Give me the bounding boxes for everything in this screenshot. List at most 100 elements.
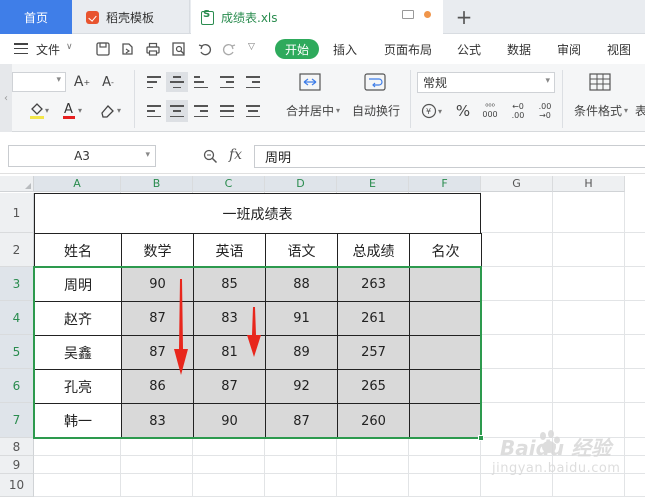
table-cell[interactable]: 263 (337, 267, 410, 302)
column-header-f[interactable]: F (409, 176, 481, 192)
table-cell[interactable]: 91 (265, 301, 338, 336)
table-header-cell[interactable]: 语文 (265, 233, 338, 268)
table-cell[interactable]: 83 (121, 403, 194, 439)
column-header-b[interactable]: B (121, 176, 193, 192)
align-left-icon[interactable] (143, 100, 165, 122)
merge-center-icon[interactable] (299, 72, 321, 92)
table-cell[interactable] (409, 403, 482, 439)
formula-input[interactable]: 周明 (254, 145, 645, 168)
tab-template[interactable]: 稻壳模板 (72, 0, 190, 34)
window-mode-icon[interactable] (402, 10, 414, 19)
decimal-increase-icon[interactable]: ←0.00 (506, 100, 530, 122)
currency-icon[interactable]: ¥ ▾ (420, 100, 450, 122)
font-color-icon[interactable]: A ▾ (60, 100, 90, 122)
table-header-cell[interactable]: 姓名 (34, 233, 122, 268)
table-cell[interactable]: 85 (193, 267, 266, 302)
fill-color-icon[interactable]: ▾ (26, 100, 52, 122)
new-tab-button[interactable]: + (453, 0, 475, 34)
menu-data[interactable]: 数据 (507, 41, 531, 58)
ribbon-scroll-left-icon[interactable]: ‹ (0, 64, 12, 132)
row-header-10[interactable]: 10 (0, 474, 34, 497)
percent-icon[interactable]: % (453, 102, 473, 120)
menu-page-layout[interactable]: 页面布局 (384, 41, 432, 58)
column-header-c[interactable]: C (193, 176, 265, 192)
print-icon[interactable] (146, 42, 160, 56)
column-header-h[interactable]: H (553, 176, 625, 192)
row-header-3[interactable]: 3 (0, 267, 34, 301)
font-decrease-icon[interactable]: A- (98, 72, 118, 92)
table-cell[interactable]: 265 (337, 369, 410, 404)
zoom-search-icon[interactable] (203, 149, 218, 164)
table-title[interactable]: 一班成绩表 (34, 193, 481, 233)
fx-icon[interactable]: fx (229, 147, 242, 163)
menu-view[interactable]: 视图 (607, 41, 631, 58)
column-header-d[interactable]: D (265, 176, 337, 192)
table-cell[interactable]: 257 (337, 335, 410, 370)
align-center-icon[interactable] (166, 100, 188, 122)
tab-file[interactable]: 成绩表.xls (191, 0, 443, 35)
table-cell[interactable]: 261 (337, 301, 410, 336)
clear-format-icon[interactable]: ▾ (97, 100, 127, 122)
hamburger-icon[interactable] (14, 43, 28, 54)
table-cell[interactable]: 周明 (34, 267, 122, 302)
save-icon[interactable] (96, 42, 110, 56)
row-header-9[interactable]: 9 (0, 456, 34, 474)
table-cell[interactable]: 87 (265, 403, 338, 439)
indent-decrease-icon[interactable] (216, 72, 238, 92)
ribbon-overflow[interactable]: 表 (635, 102, 645, 118)
print-preview-icon[interactable] (172, 42, 186, 56)
tab-home[interactable]: 首页 (0, 0, 72, 34)
table-cell[interactable] (409, 335, 482, 370)
row-header-8[interactable]: 8 (0, 438, 34, 456)
name-box[interactable]: A3 ▾ (8, 145, 156, 167)
number-format-select[interactable]: 常规 ▾ (417, 72, 555, 93)
align-right-icon[interactable] (190, 100, 212, 122)
thousands-separator-icon[interactable]: ⁰⁰⁰ 000 (478, 100, 502, 122)
table-cell[interactable]: 92 (265, 369, 338, 404)
table-header-cell[interactable]: 名次 (409, 233, 482, 268)
conditional-format-icon[interactable] (589, 72, 611, 92)
indent-increase-icon[interactable] (242, 72, 264, 92)
table-header-cell[interactable]: 英语 (193, 233, 266, 268)
row-header-4[interactable]: 4 (0, 301, 34, 335)
name-box-chevron-icon[interactable]: ▾ (145, 150, 150, 160)
row-header-1[interactable]: 1 (0, 193, 34, 233)
redo-icon[interactable] (222, 42, 236, 56)
align-middle-icon[interactable] (166, 72, 188, 92)
table-cell[interactable] (409, 301, 482, 336)
menu-formula[interactable]: 公式 (457, 41, 481, 58)
chevron-down-icon[interactable]: ∨ (66, 42, 73, 52)
auto-wrap-icon[interactable] (364, 72, 386, 92)
table-cell[interactable]: 88 (265, 267, 338, 302)
table-cell[interactable]: 吴鑫 (34, 335, 122, 370)
more-chevron-icon[interactable]: ▽ (248, 42, 255, 52)
row-header-6[interactable]: 6 (0, 369, 34, 403)
table-cell[interactable]: 89 (265, 335, 338, 370)
row-header-7[interactable]: 7 (0, 403, 34, 438)
menu-insert[interactable]: 插入 (333, 41, 357, 58)
conditional-format-button[interactable]: 条件格式 ▾ (570, 102, 632, 118)
justify-icon[interactable] (216, 100, 238, 122)
table-cell[interactable]: 赵齐 (34, 301, 122, 336)
table-cell[interactable] (409, 369, 482, 404)
menu-review[interactable]: 审阅 (557, 41, 581, 58)
align-top-icon[interactable] (143, 72, 165, 92)
align-bottom-icon[interactable] (190, 72, 212, 92)
table-cell[interactable]: 90 (193, 403, 266, 439)
distribute-icon[interactable] (242, 100, 264, 122)
font-size-select[interactable]: ▾ (12, 72, 66, 92)
decimal-decrease-icon[interactable]: .00 →0 (533, 100, 557, 122)
merge-center-button[interactable]: 合并居中 ▾ (280, 102, 346, 118)
column-header-g[interactable]: G (481, 176, 553, 192)
table-cell[interactable]: 韩一 (34, 403, 122, 439)
fill-handle[interactable] (478, 435, 484, 441)
table-header-cell[interactable]: 数学 (121, 233, 194, 268)
select-all-corner[interactable] (0, 176, 34, 192)
table-cell[interactable] (409, 267, 482, 302)
font-increase-icon[interactable]: A + (72, 72, 92, 92)
column-header-a[interactable]: A (34, 176, 121, 192)
table-header-cell[interactable]: 总成绩 (337, 233, 410, 268)
table-cell[interactable]: 260 (337, 403, 410, 439)
auto-wrap-button[interactable]: 自动换行 (350, 102, 402, 118)
menu-start[interactable]: 开始 (275, 39, 319, 59)
